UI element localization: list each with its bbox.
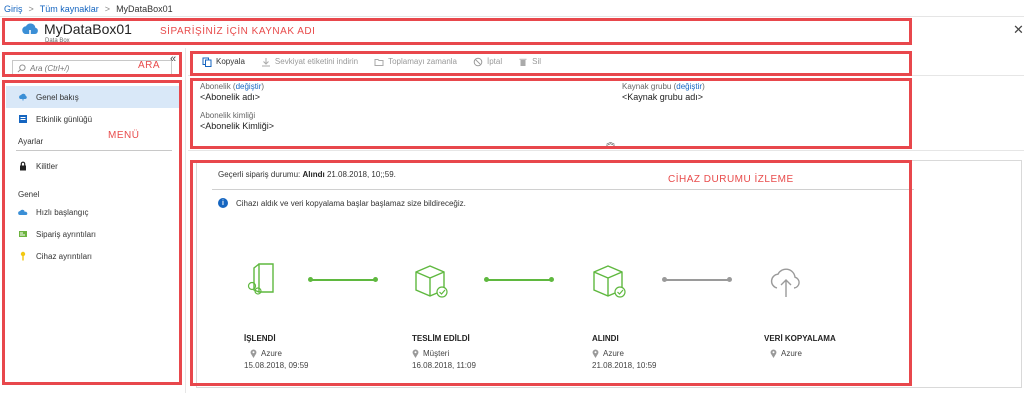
close-icon[interactable]: ✕ [1013,22,1024,38]
breadcrumb-separator: > [28,4,34,14]
highlight-box-essentials [190,78,912,149]
highlight-box-menu [2,80,182,385]
breadcrumb-separator: > [104,4,111,14]
highlight-box-search [2,52,182,77]
breadcrumb-home-link[interactable]: Giriş [4,4,23,14]
breadcrumb: Giriş > Tüm kaynaklar > MyDataBox01 [4,3,173,15]
breadcrumb-current: MyDataBox01 [116,4,173,14]
highlight-box-toolbar [190,51,912,76]
highlight-box-title [2,18,912,45]
divider [188,150,1024,151]
highlight-box-device-status [190,160,912,386]
breadcrumb-resources-link[interactable]: Tüm kaynaklar [40,4,99,14]
